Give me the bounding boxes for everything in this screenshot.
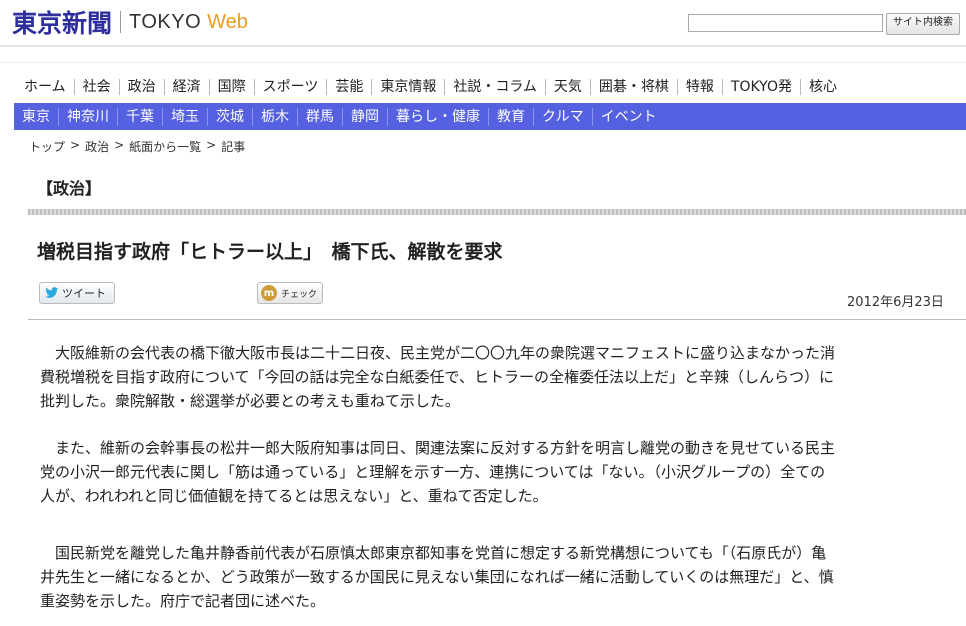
main-nav-item-6[interactable]: 芸能 [327,79,373,95]
main-nav-item-9[interactable]: 天気 [546,79,591,95]
logo-tokyo: TOKYO [129,10,202,33]
main-nav-item-4[interactable]: 国際 [210,79,255,95]
main-nav-item-3[interactable]: 経済 [165,79,210,95]
main-nav-item-5[interactable]: スポーツ [255,79,328,95]
paragraph-line: 井先生と一緒になるとか、どう政策が一致するか国民に見えない集団になれば一緒に活動… [40,568,834,586]
region-nav-item-2[interactable]: 千葉 [118,107,163,126]
site-search-button[interactable]: サイト内検索 [886,13,960,35]
main-nav-item-10[interactable]: 囲碁・将棋 [591,79,678,95]
breadcrumb-separator: > [114,138,125,152]
mixi-icon: m [261,285,277,301]
region-nav-item-7[interactable]: 静岡 [343,107,388,126]
date-divider [28,319,966,320]
region-nav-item-11[interactable]: イベント [593,108,665,126]
region-nav-item-3[interactable]: 埼玉 [163,107,208,126]
logo-web: Web [207,10,248,33]
header-divider-secondary [0,62,966,63]
paragraph-line: 国民新党を離党した亀井静香前代表が石原慎太郎東京都知事を党首に想定する新党構想に… [40,544,827,562]
paragraph-line: また、維新の会幹事長の松井一郎大阪府知事は同日、関連法案に反対する方針を明言し離… [40,439,836,457]
main-nav-item-13[interactable]: 核心 [801,79,845,95]
region-nav-item-10[interactable]: クルマ [534,107,593,126]
check-label: チェック [281,289,318,300]
article-date: 2012年6月23日 [847,295,944,310]
twitter-bird-icon [45,287,59,298]
region-nav-item-9[interactable]: 教育 [489,107,534,126]
mixi-check-button[interactable]: m チェック [257,282,323,304]
region-nav-item-1[interactable]: 神奈川 [59,107,118,126]
logo-kanji: 東京新聞 [12,9,113,38]
breadcrumb-paper-list[interactable]: 紙面から一覧 [129,138,201,155]
main-nav-item-7[interactable]: 東京情報 [372,79,446,95]
article-paragraph: 国民新党を離党した亀井静香前代表が石原慎太郎東京都知事を党首に想定する新党構想に… [40,541,966,613]
breadcrumb: トップ > 政治 > 紙面から一覧 > 記事 [29,138,245,155]
main-nav-item-12[interactable]: TOKYO発 [723,79,801,95]
paragraph-line: 党の小沢一郎元代表に関し「筋は通っている」と理解を示す一方、連携については「ない… [40,463,826,481]
category-heading: 【政治】 [37,179,102,198]
breadcrumb-current: 記事 [221,140,246,154]
main-nav-item-2[interactable]: 政治 [120,79,165,95]
article-headline: 増税目指す政府「ヒトラー以上」 橋下氏、解散を要求 [37,241,503,263]
category-divider [28,209,966,215]
paragraph-line: 重姿勢を示した。府庁で記者団に述べた。 [40,592,326,610]
article-paragraph: 大阪維新の会代表の橋下徹大阪市長は二十二日夜、民主党が二〇〇九年の衆院選マニフェ… [40,341,966,413]
paragraph-line: 費税増税を目指す政府について「今回の話は完全な白紙委任で、ヒトラーの全権委任法以… [40,368,834,386]
tweet-button[interactable]: ツイート [39,282,115,304]
region-nav-item-6[interactable]: 群馬 [298,107,343,126]
region-nav-item-4[interactable]: 茨城 [208,107,253,126]
breadcrumb-top[interactable]: トップ [29,138,65,155]
main-nav-item-1[interactable]: 社会 [75,79,120,95]
paragraph-line: 大阪維新の会代表の橋下徹大阪市長は二十二日夜、民主党が二〇〇九年の衆院選マニフェ… [40,344,836,362]
breadcrumb-politics[interactable]: 政治 [85,138,109,155]
search-input[interactable] [688,14,883,32]
main-nav-item-11[interactable]: 特報 [678,79,723,95]
logo-divider [120,11,122,33]
paragraph-line: 人が、われわれと同じ価値観を持てるとは思えない」と、重ねて否定した。 [40,487,548,505]
tweet-label: ツイート [62,287,106,300]
main-nav: ホーム 社会 政治 経済 国際 スポーツ 芸能 東京情報 社説・コラム 天気 囲碁・将棋 特報 TOKY… [14,75,845,99]
region-nav-item-8[interactable]: 暮らし・健康 [388,107,489,126]
site-logo[interactable]: 東京新聞 TOKYO Web [12,7,248,38]
header-divider [0,45,966,47]
region-nav-item-0[interactable]: 東京 [14,107,59,126]
region-nav-item-5[interactable]: 栃木 [253,107,298,126]
breadcrumb-separator: > [70,138,81,152]
breadcrumb-separator: > [206,138,217,152]
article-paragraph: また、維新の会幹事長の松井一郎大阪府知事は同日、関連法案に反対する方針を明言し離… [40,436,966,508]
main-nav-item-8[interactable]: 社説・コラム [445,79,546,95]
main-nav-item-0[interactable]: ホーム [14,79,75,95]
region-nav: 東京 神奈川 千葉 埼玉 茨城 栃木 群馬 静岡 暮らし・健康 教育 クルマ イベント [14,103,966,130]
paragraph-line: 批判した。衆院解散・総選挙が必要との考えも重ねて示した。 [40,392,460,410]
